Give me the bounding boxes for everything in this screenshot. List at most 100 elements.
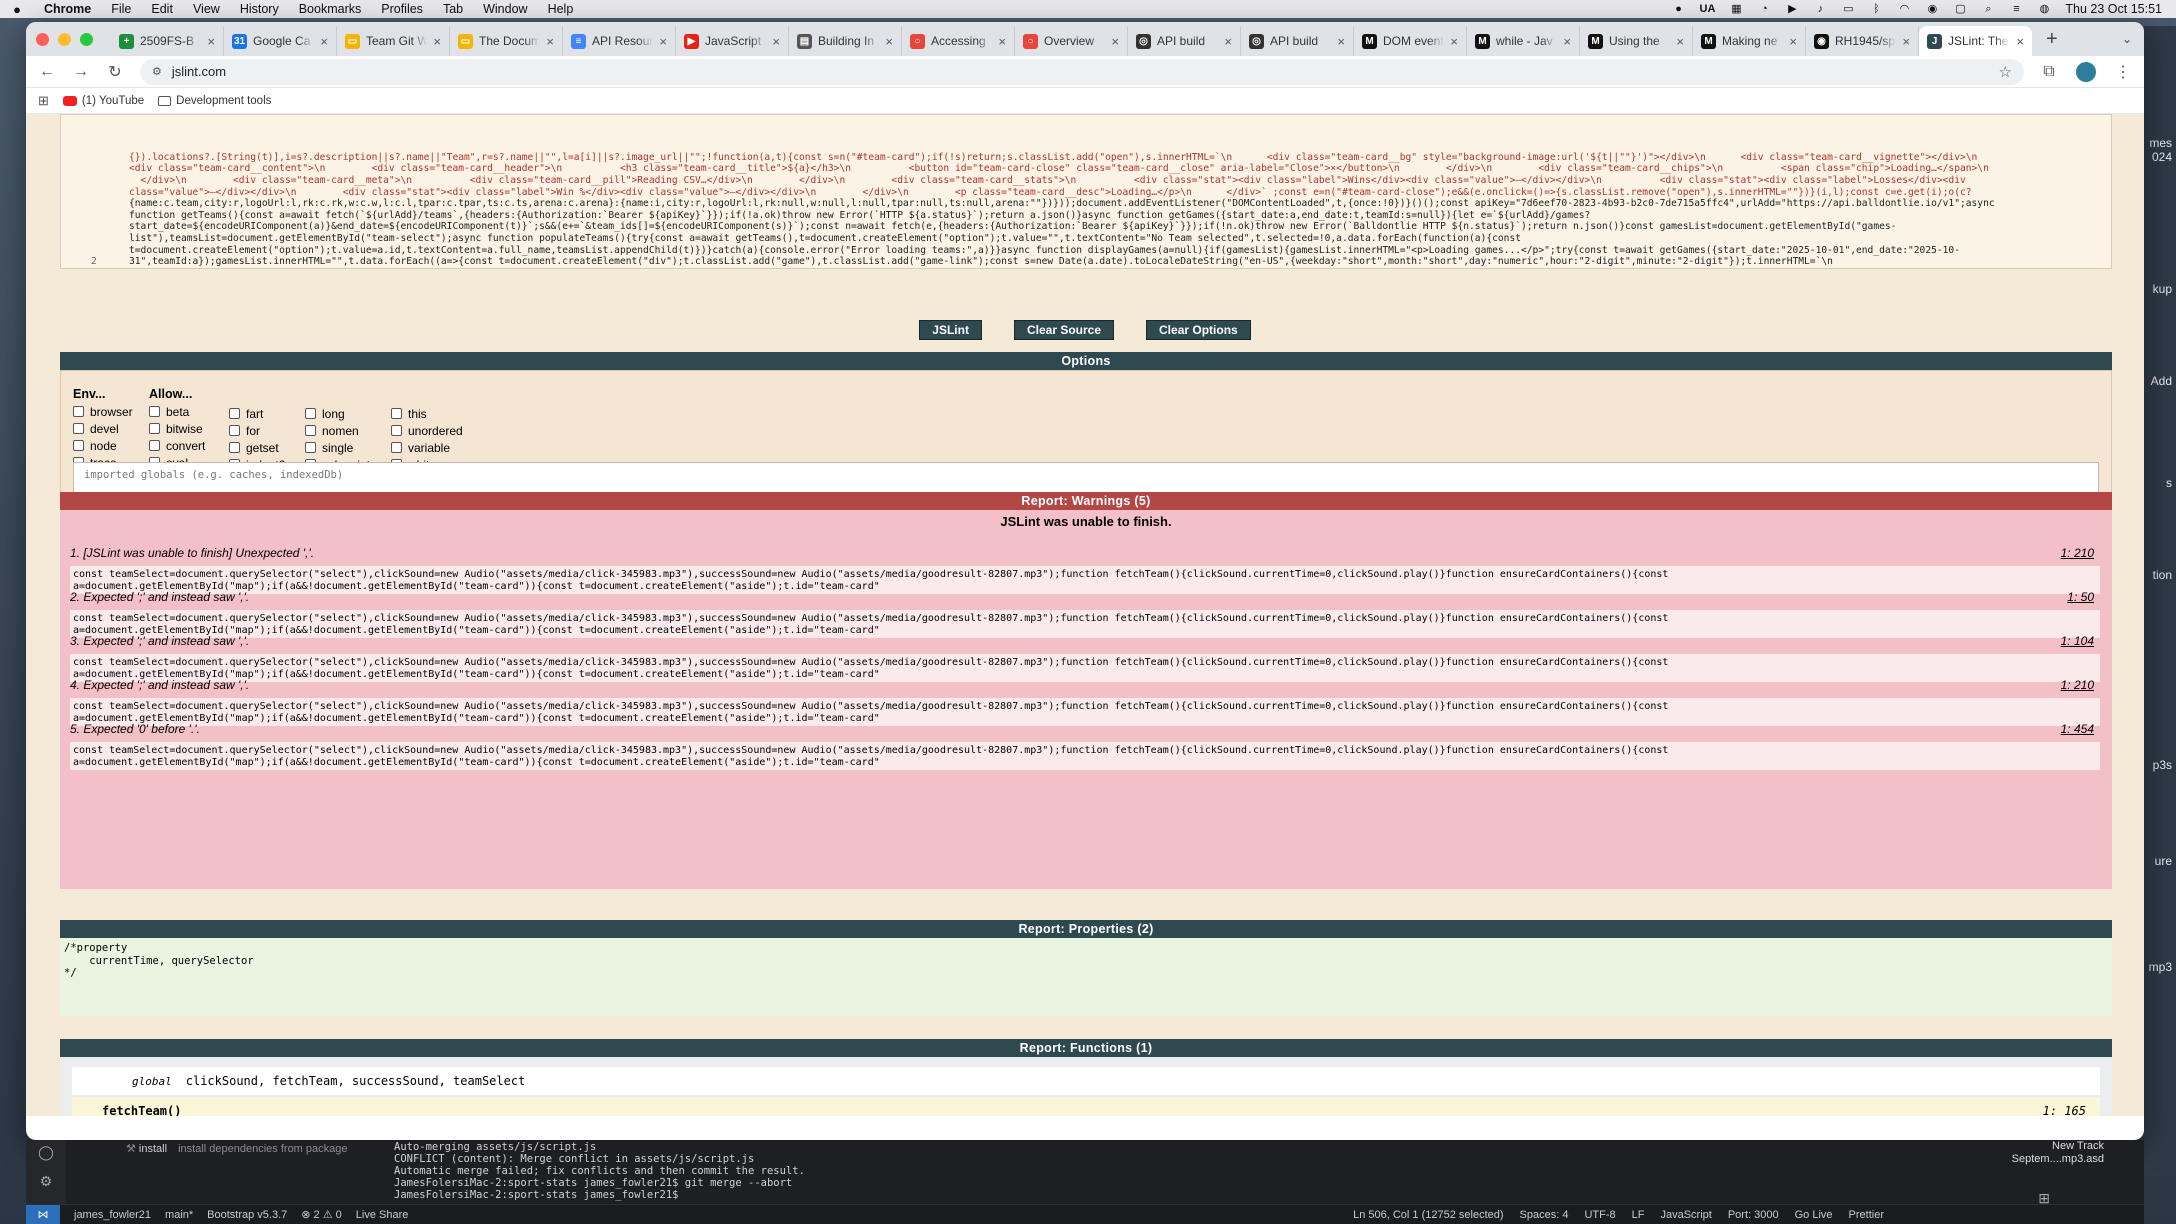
checkbox-box[interactable] (149, 440, 160, 451)
accounts-icon[interactable]: ◯ (26, 1144, 66, 1161)
tab-close-icon[interactable]: × (433, 34, 441, 49)
indent-status[interactable]: Spaces: 4 (1520, 1209, 1569, 1221)
jslint-button[interactable]: JSLint (919, 320, 982, 340)
checkbox-box[interactable] (149, 406, 160, 417)
tab-close-icon[interactable]: × (320, 34, 328, 49)
option-checkbox[interactable]: getset (229, 439, 285, 456)
checkbox-box[interactable] (149, 423, 160, 434)
option-checkbox[interactable]: unordered (391, 422, 463, 439)
problems-status[interactable]: ⊗ 2 ⚠ 0 (301, 1208, 341, 1221)
menu-profiles[interactable]: Profiles (371, 2, 433, 16)
address-bar[interactable]: ⚙ jslint.com ☆ (140, 58, 2024, 85)
branch-status[interactable]: main* (165, 1209, 193, 1221)
globals-input[interactable]: imported globals (e.g. caches, indexedDb… (73, 462, 2099, 493)
function-location-link[interactable]: 1: 165 (2043, 1104, 2086, 1116)
bookmark-development-tools[interactable]: Development tools (158, 95, 271, 107)
browser-tab[interactable]: ▶ JavaScript × (676, 26, 789, 56)
option-checkbox[interactable]: this (391, 405, 463, 422)
menu-tab[interactable]: Tab (433, 2, 473, 16)
browser-tab[interactable]: ◎ API build × (1241, 26, 1354, 56)
tab-close-icon[interactable]: × (1563, 34, 1571, 49)
browser-tab[interactable]: M Using the × (1580, 26, 1693, 56)
new-tab-button[interactable]: + (2032, 28, 2072, 51)
tab-search-icon[interactable]: ⌄ (2122, 32, 2132, 46)
chrome-menu-icon[interactable]: ⋮ (2114, 62, 2132, 82)
tab-close-icon[interactable]: × (1676, 34, 1684, 49)
prettier-status[interactable]: Prettier (1849, 1209, 1884, 1221)
site-info-icon[interactable]: ⚙ (152, 65, 162, 78)
extensions-icon[interactable]: ⧉ (2040, 63, 2058, 81)
back-icon[interactable]: ← (38, 63, 56, 81)
clear-source-button[interactable]: Clear Source (1013, 320, 1115, 340)
option-checkbox[interactable]: for (229, 422, 285, 439)
language-status[interactable]: JavaScript (1660, 1209, 1711, 1221)
checkbox-box[interactable] (305, 442, 316, 453)
port-status[interactable]: Port: 3000 (1728, 1209, 1779, 1221)
menu-file[interactable]: File (101, 2, 141, 16)
warning-location-link[interactable]: 1: 50 (2067, 590, 2094, 604)
control-center-icon[interactable]: ≡ (2009, 3, 2023, 15)
forward-icon[interactable]: → (72, 63, 90, 81)
tab-close-icon[interactable]: × (546, 34, 554, 49)
wifi-icon[interactable]: ◠ (1897, 3, 1911, 15)
zoom-window-button[interactable] (80, 32, 93, 46)
tab-close-icon[interactable]: × (1337, 34, 1345, 49)
tab-close-icon[interactable]: × (998, 34, 1006, 49)
bookmark-youtube[interactable]: (1) YouTube (62, 95, 144, 107)
menu-edit[interactable]: Edit (141, 2, 183, 16)
tab-close-icon[interactable]: × (885, 34, 893, 49)
minimize-window-button[interactable] (58, 32, 71, 46)
option-checkbox[interactable]: single (305, 439, 370, 456)
record-icon[interactable]: ● (1672, 3, 1686, 15)
stats-icon[interactable]: ▦ (1729, 3, 1743, 15)
reload-icon[interactable]: ↻ (106, 62, 124, 82)
checkbox-box[interactable] (229, 425, 240, 436)
profile-avatar[interactable] (2076, 61, 2096, 82)
option-checkbox[interactable]: bitwise (149, 420, 205, 437)
option-checkbox[interactable]: nomen (305, 422, 370, 439)
checkbox-box[interactable] (305, 425, 316, 436)
browser-tab[interactable]: M DOM event × (1354, 26, 1467, 56)
encoding-status[interactable]: UTF-8 (1584, 1209, 1615, 1221)
play-icon[interactable]: ▶ (1785, 3, 1799, 15)
source-textarea[interactable]: 2 {}).locations?.[String(t)],i=s?.descri… (60, 114, 2112, 269)
settings-gear-icon[interactable]: ⚙ (26, 1173, 66, 1190)
user-icon[interactable]: ◉ (1925, 3, 1939, 15)
browser-tab[interactable]: J JSLint: The × (1919, 26, 2032, 56)
browser-tab[interactable]: ○ Accessing × (902, 26, 1015, 56)
browser-tab[interactable]: ≡ API Resour × (563, 26, 676, 56)
time-machine-icon[interactable]: ◔ (1757, 3, 1771, 15)
checkbox-box[interactable] (73, 440, 84, 451)
menu-clock[interactable]: Thu 23 Oct 15:51 (2065, 2, 2162, 16)
apps-grid-icon[interactable]: ⊞ (38, 93, 49, 109)
remote-indicator-icon[interactable]: ⋈ (26, 1204, 60, 1224)
tab-close-icon[interactable]: × (772, 34, 780, 49)
menu-app-name[interactable]: Chrome (34, 2, 101, 16)
siri-icon[interactable]: ◍ (2037, 3, 2051, 15)
option-checkbox[interactable]: beta (149, 403, 205, 420)
browser-tab[interactable]: ○ Overview × (1015, 26, 1128, 56)
warning-location-link[interactable]: 1: 210 (2061, 678, 2094, 692)
browser-tab[interactable]: ▭ Team Git W × (337, 26, 450, 56)
option-checkbox[interactable]: browser (73, 403, 133, 420)
browser-tab[interactable]: ◎ API build × (1128, 26, 1241, 56)
tab-close-icon[interactable]: × (207, 34, 215, 49)
bookmark-star-icon[interactable]: ☆ (1999, 63, 2012, 81)
option-checkbox[interactable]: convert (149, 437, 205, 454)
display-icon[interactable]: ▢ (1953, 3, 1967, 15)
tab-close-icon[interactable]: × (1902, 34, 1910, 49)
browser-tab[interactable]: ◉ RH1945/sp × (1806, 26, 1919, 56)
checkbox-box[interactable] (391, 425, 402, 436)
volume-icon[interactable]: ♪ (1813, 3, 1827, 15)
menu-history[interactable]: History (230, 2, 289, 16)
checkbox-box[interactable] (391, 442, 402, 453)
option-checkbox[interactable]: fart (229, 405, 285, 422)
menu-bookmarks[interactable]: Bookmarks (289, 2, 372, 16)
checkbox-box[interactable] (229, 442, 240, 453)
browser-tab[interactable]: Mwhile - Jav × (1467, 26, 1580, 56)
option-checkbox[interactable]: node (73, 437, 133, 454)
bootstrap-status[interactable]: Bootstrap v5.3.7 (207, 1209, 287, 1221)
clear-options-button[interactable]: Clear Options (1146, 320, 1251, 340)
npm-script-row[interactable]: ⚒ install install dependencies from pack… (126, 1142, 386, 1155)
browser-tab[interactable]: 31 Google Ca × (224, 26, 337, 56)
